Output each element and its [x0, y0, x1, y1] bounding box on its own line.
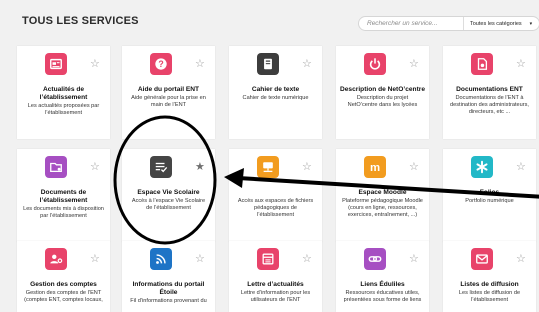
power-icon [363, 53, 386, 75]
document-icon [470, 53, 493, 75]
service-description: Accès aux espaces de fichiers pédagogiqu… [237, 198, 314, 219]
service-card[interactable]: ? ☆ Aide du portail ENT Aide générale pour … [122, 46, 215, 139]
service-description: Les listes de diffusion de l’établisseme… [458, 290, 521, 304]
help-icon: ? [149, 53, 172, 75]
service-card[interactable]: ☆ Liens Éduliles Ressources éducatives uti… [336, 241, 429, 312]
service-card[interactable]: m ☆ Espace Moodle Plateforme pédagogique Mo… [336, 149, 429, 242]
checklist-icon [149, 156, 172, 178]
service-title: Espace Vie Scolaire [137, 189, 200, 196]
favorite-star-icon[interactable]: ☆ [90, 254, 100, 265]
service-title: Documents de l’établissement [39, 189, 88, 204]
service-title: Documentations ENT [456, 86, 523, 93]
service-title: Liens Éduliles [360, 281, 405, 288]
svg-text:?: ? [158, 59, 163, 69]
mail-icon [470, 248, 493, 270]
service-card[interactable]: ☆ Cahier de texte Cahier de texte numériqu… [229, 46, 322, 139]
service-description: Les documents mis à disposition par l’ét… [23, 206, 104, 220]
network-icon [256, 156, 279, 178]
favorite-star-icon[interactable]: ☆ [302, 254, 312, 265]
service-description: Lettre d’information pour les utilisateu… [240, 290, 311, 304]
newsletter-icon [256, 248, 279, 270]
service-description: Cahier de texte numérique [242, 95, 309, 101]
moodle-icon: m [363, 156, 386, 178]
service-title: Cahier de texte [251, 86, 300, 93]
favorite-star-icon[interactable]: ☆ [195, 254, 205, 265]
service-description: Gestion des comptes de l’ENT (comptes EN… [24, 290, 103, 304]
service-description: Accès à l’espace Vie Scolaire de l’établ… [131, 198, 206, 212]
service-card[interactable]: ☆ Accès aux espaces de fichiers pédagogiq… [229, 149, 322, 242]
service-title: Actualités de l’établissement [39, 86, 88, 101]
link-icon [363, 248, 386, 270]
service-card[interactable]: ☆ Documents de l’établissement Les documen… [17, 149, 110, 242]
service-title: Gestion des comptes [30, 281, 97, 288]
service-card[interactable]: ☆ Informations du portail Étoile Fil d’inf… [122, 241, 215, 312]
service-card[interactable]: ☆ Documentations ENT Documentations de l’E… [443, 46, 536, 139]
category-select[interactable]: Toutes les catégories ▾ [463, 17, 532, 30]
service-card[interactable]: ☆ Listes de diffusion Les listes de diffus… [443, 241, 536, 312]
favorite-star-icon[interactable]: ☆ [90, 162, 100, 173]
service-card[interactable]: ☆ Gestion des comptes Gestion des comptes … [17, 241, 110, 312]
service-description: Description du projet NetO’centre dans l… [347, 95, 418, 109]
service-title: Aide du portail ENT [137, 86, 200, 93]
favorite-star-icon[interactable]: ☆ [516, 254, 526, 265]
news-icon [44, 53, 67, 75]
service-card[interactable]: ☆ Actualités de l’établissement Les actual… [17, 46, 110, 139]
service-card[interactable]: ☆ Lettre d’actualités Lettre d’information… [229, 241, 322, 312]
users-settings-icon [44, 248, 67, 270]
favorite-star-icon[interactable]: ☆ [409, 254, 419, 265]
favorite-star-icon[interactable]: ☆ [516, 59, 526, 70]
service-description: Documentations de l’ENT à destination de… [450, 95, 529, 116]
service-card[interactable]: ☆ Description de NetO’centre Description d… [336, 46, 429, 139]
service-title: Informations du portail Étoile [132, 281, 205, 296]
search-bar: Toutes les catégories ▾ [358, 16, 539, 31]
service-description: Portfolio numérique [465, 198, 514, 204]
page-title: TOUS LES SERVICES [22, 15, 139, 27]
service-description: Plateforme pédagogique Moodle (cours en … [342, 198, 423, 219]
service-title: Folios [479, 189, 500, 196]
service-title: Espace Moodle [358, 189, 407, 196]
service-card[interactable]: ☆ Folios Portfolio numérique [443, 149, 536, 242]
service-card[interactable]: ★ Espace Vie Scolaire Accès à l’espace Vie… [122, 149, 215, 242]
rss-icon [149, 248, 172, 270]
favorite-star-icon[interactable]: ☆ [516, 162, 526, 173]
svg-text:m: m [369, 162, 379, 174]
favorite-star-icon[interactable]: ☆ [409, 162, 419, 173]
service-description: Ressources éducatives utiles, présentées… [343, 290, 422, 304]
folder-icon [44, 156, 67, 178]
notebook-icon [256, 53, 279, 75]
service-title: Lettre d’actualités [247, 281, 304, 288]
service-description: Aide générale pour la prise en main de l… [131, 95, 206, 109]
service-title: Listes de diffusion [460, 281, 519, 288]
favorite-star-icon[interactable]: ☆ [302, 162, 312, 173]
category-select-value: Toutes les catégories [470, 20, 522, 27]
favorite-star-icon[interactable]: ☆ [195, 59, 205, 70]
favorite-star-icon[interactable]: ☆ [409, 59, 419, 70]
chevron-down-icon: ▾ [529, 20, 533, 27]
asterisk-icon [470, 156, 493, 178]
favorite-star-icon[interactable]: ★ [195, 162, 205, 173]
search-input[interactable] [359, 17, 463, 30]
favorite-star-icon[interactable]: ☆ [302, 59, 312, 70]
service-description: Les actualités proposées par l’établisse… [27, 103, 100, 117]
service-title: Description de NetO’centre [340, 86, 426, 93]
favorite-star-icon[interactable]: ☆ [90, 59, 100, 70]
